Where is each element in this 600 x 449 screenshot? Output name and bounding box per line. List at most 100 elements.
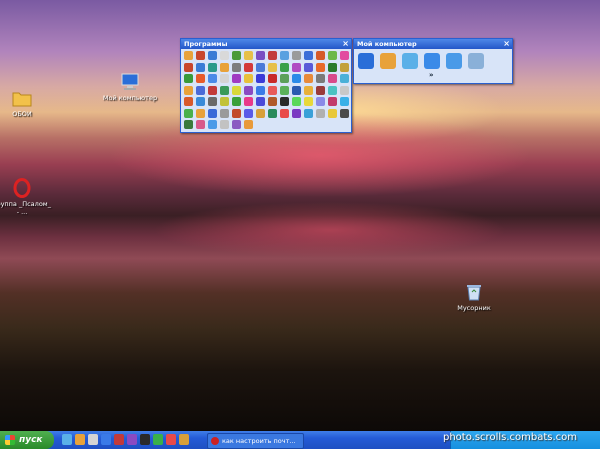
program-shortcut-icon[interactable]: [232, 62, 241, 72]
program-shortcut-icon[interactable]: [196, 85, 205, 95]
program-shortcut-icon[interactable]: [292, 51, 301, 60]
program-shortcut-icon[interactable]: [340, 97, 349, 106]
windows-logo-icon[interactable]: [380, 53, 396, 69]
program-shortcut-icon[interactable]: [244, 120, 253, 129]
program-shortcut-icon[interactable]: [268, 97, 277, 106]
program-shortcut-icon[interactable]: [208, 74, 217, 83]
program-shortcut-icon[interactable]: [268, 51, 277, 60]
program-shortcut-icon[interactable]: [208, 85, 217, 95]
program-shortcut-icon[interactable]: [292, 85, 301, 95]
program-shortcut-icon[interactable]: [232, 74, 241, 83]
program-shortcut-icon[interactable]: [220, 108, 229, 118]
program-shortcut-icon[interactable]: [232, 85, 241, 95]
quick-launch-icon[interactable]: [179, 434, 189, 445]
program-shortcut-icon[interactable]: [196, 51, 205, 60]
cd-drive-icon[interactable]: [446, 53, 462, 69]
program-shortcut-icon[interactable]: [208, 51, 217, 60]
program-shortcut-icon[interactable]: [328, 51, 337, 60]
program-shortcut-icon[interactable]: [316, 74, 325, 83]
program-shortcut-icon[interactable]: [268, 85, 277, 95]
program-shortcut-icon[interactable]: [184, 62, 193, 72]
program-shortcut-icon[interactable]: [256, 97, 265, 106]
program-shortcut-icon[interactable]: [268, 108, 277, 118]
program-shortcut-icon[interactable]: [328, 85, 337, 95]
program-shortcut-icon[interactable]: [316, 85, 325, 95]
program-shortcut-icon[interactable]: [244, 51, 253, 60]
program-shortcut-icon[interactable]: [220, 97, 229, 106]
quick-launch-icon[interactable]: [166, 434, 176, 445]
program-shortcut-icon[interactable]: [280, 108, 289, 118]
program-shortcut-icon[interactable]: [256, 62, 265, 72]
program-shortcut-icon[interactable]: [208, 62, 217, 72]
quick-launch-icon[interactable]: [101, 434, 111, 445]
close-icon[interactable]: ×: [503, 39, 510, 49]
program-shortcut-icon[interactable]: [280, 62, 289, 72]
program-shortcut-icon[interactable]: [220, 120, 229, 129]
program-shortcut-icon[interactable]: [184, 120, 193, 129]
quick-launch-icon[interactable]: [62, 434, 72, 445]
program-shortcut-icon[interactable]: [280, 97, 289, 106]
program-shortcut-icon[interactable]: [244, 85, 253, 95]
my-computer-toolbar-title[interactable]: Мой компьютер ×: [354, 39, 512, 49]
program-shortcut-icon[interactable]: [244, 108, 253, 118]
program-shortcut-icon[interactable]: [268, 74, 277, 83]
desktop-icon-opera-group[interactable]: группа _Псалом_ - ...: [0, 178, 52, 216]
program-shortcut-icon[interactable]: [184, 97, 193, 106]
program-shortcut-icon[interactable]: [280, 85, 289, 95]
control-panel-icon[interactable]: [424, 53, 440, 69]
program-shortcut-icon[interactable]: [244, 62, 253, 72]
drive-icon[interactable]: [468, 53, 484, 69]
program-shortcut-icon[interactable]: [328, 62, 337, 72]
program-shortcut-icon[interactable]: [208, 97, 217, 106]
programs-toolbar[interactable]: Программы ×: [180, 38, 352, 133]
program-shortcut-icon[interactable]: [196, 74, 205, 83]
program-shortcut-icon[interactable]: [256, 85, 265, 95]
program-shortcut-icon[interactable]: [340, 62, 349, 72]
program-shortcut-icon[interactable]: [256, 51, 265, 60]
network-icon[interactable]: [402, 53, 418, 69]
program-shortcut-icon[interactable]: [340, 51, 349, 60]
program-shortcut-icon[interactable]: [316, 51, 325, 60]
program-shortcut-icon[interactable]: [316, 62, 325, 72]
program-shortcut-icon[interactable]: [184, 85, 193, 95]
program-shortcut-icon[interactable]: [232, 97, 241, 106]
quick-launch-icon[interactable]: [75, 434, 85, 445]
program-shortcut-icon[interactable]: [184, 51, 193, 60]
program-shortcut-icon[interactable]: [196, 62, 205, 72]
program-shortcut-icon[interactable]: [280, 51, 289, 60]
program-shortcut-icon[interactable]: [256, 108, 265, 118]
quick-launch-icon[interactable]: [114, 434, 124, 445]
quick-launch-icon[interactable]: [153, 434, 163, 445]
program-shortcut-icon[interactable]: [184, 108, 193, 118]
program-shortcut-icon[interactable]: [304, 97, 313, 106]
program-shortcut-icon[interactable]: [220, 85, 229, 95]
program-shortcut-icon[interactable]: [232, 51, 241, 60]
program-shortcut-icon[interactable]: [316, 97, 325, 106]
program-shortcut-icon[interactable]: [328, 108, 337, 118]
program-shortcut-icon[interactable]: [328, 74, 337, 83]
program-shortcut-icon[interactable]: [196, 120, 205, 129]
program-shortcut-icon[interactable]: [280, 74, 289, 83]
program-shortcut-icon[interactable]: [196, 97, 205, 106]
program-shortcut-icon[interactable]: [256, 74, 265, 83]
more-chevron-icon[interactable]: »: [429, 71, 434, 79]
desktop-icon-recycle-bin[interactable]: Мусорник: [444, 282, 504, 312]
program-shortcut-icon[interactable]: [208, 120, 217, 129]
program-shortcut-icon[interactable]: [184, 74, 193, 83]
program-shortcut-icon[interactable]: [268, 62, 277, 72]
program-shortcut-icon[interactable]: [232, 108, 241, 118]
close-icon[interactable]: ×: [342, 39, 349, 49]
program-shortcut-icon[interactable]: [292, 108, 301, 118]
program-shortcut-icon[interactable]: [292, 62, 301, 72]
program-shortcut-icon[interactable]: [340, 74, 349, 83]
my-computer-toolbar[interactable]: Мой компьютер × »: [353, 38, 513, 84]
floppy-icon[interactable]: [358, 53, 374, 69]
program-shortcut-icon[interactable]: [340, 108, 349, 118]
program-shortcut-icon[interactable]: [220, 62, 229, 72]
program-shortcut-icon[interactable]: [220, 74, 229, 83]
program-shortcut-icon[interactable]: [292, 97, 301, 106]
desktop-icon-wallpapers-folder[interactable]: ОБОИ: [0, 88, 52, 118]
program-shortcut-icon[interactable]: [244, 97, 253, 106]
quick-launch-icon[interactable]: [88, 434, 98, 445]
programs-toolbar-title[interactable]: Программы ×: [181, 39, 351, 49]
